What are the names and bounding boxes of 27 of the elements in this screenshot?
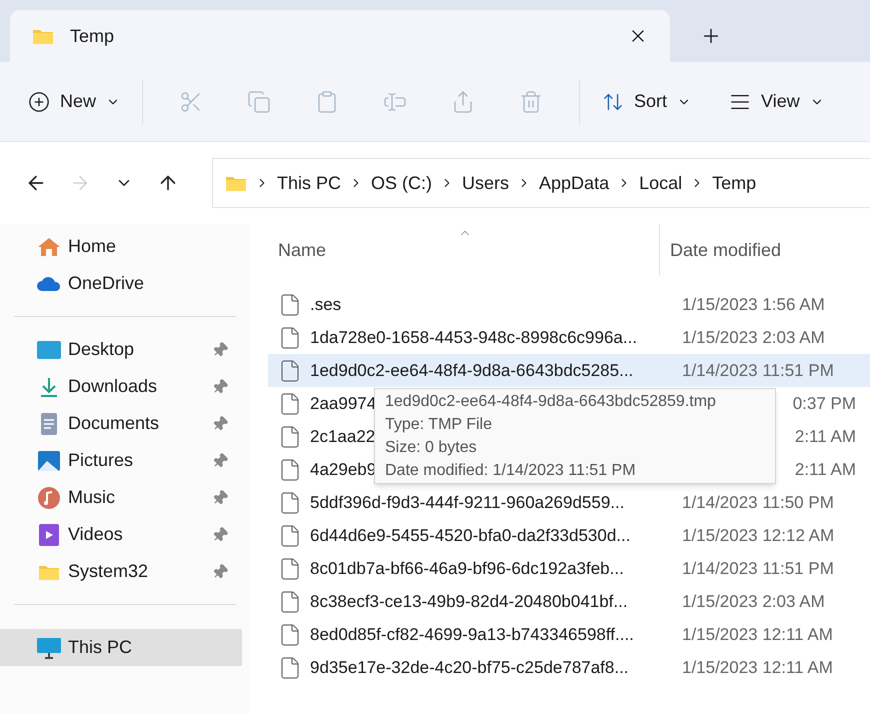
date-modified: 1/15/2023 12:11 AM (681, 656, 834, 679)
tooltip-line: 1ed9d0c2-ee64-48f4-9d8a-6643bdc52859.tmp (385, 392, 717, 412)
file-name: 8c01db7a-bf66-46a9-bf96-6dc192a3feb... (310, 558, 624, 580)
date-modified: 1/15/2023 12:11 AM (681, 624, 834, 646)
file-name: 4a29eb9 (310, 458, 376, 481)
file-name: 8c38ecf3-ce13-49b9-82d4-20480b041bf... (310, 590, 628, 613)
file-name: 2aa9974 (310, 392, 376, 415)
date-modified: 1/15/2023 2:03 AM (681, 326, 826, 349)
file-name: 8ed0d85f-cf82-4699-9a13-b743346598ff.... (310, 624, 634, 646)
date-modified: 1/14/2023 11:51 PM (681, 360, 835, 382)
date-modified: 2:11 AM (794, 458, 857, 481)
file-name: 2c1aa22 (310, 426, 376, 448)
tooltip-line: Date modified: 1/14/2023 11:51 PM (385, 461, 637, 481)
date-modified: 2:11 AM (794, 426, 857, 448)
tooltip-line: Type: TMP File (385, 415, 493, 435)
file-name: 9d35e17e-32de-4c20-bf75-c25de787af8... (310, 656, 629, 679)
date-modified: 1/15/2023 12:12 AM (681, 524, 836, 547)
file-name: 1ed9d0c2-ee64-48f4-9d8a-6643bdc5285... (310, 360, 634, 382)
date-modified: 1/14/2023 11:50 PM (681, 492, 835, 514)
date-modified: 1/15/2023 2:03 AM (681, 590, 826, 613)
file-name: 6d44d6e9-5455-4520-bfa0-da2f33d530d... (310, 524, 630, 547)
file-name: 1da728e0-1658-4453-948c-8998c6c996a... (310, 326, 638, 349)
date-modified: 1/15/2023 1:56 AM (681, 294, 826, 316)
tooltip-line: Size: 0 bytes (385, 438, 478, 458)
file-name: 5ddf396d-f9d3-444f-9211-960a269d559... (310, 492, 624, 514)
date-modified: 1/14/2023 11:51 PM (681, 558, 835, 580)
file-name: .ses (310, 294, 342, 316)
